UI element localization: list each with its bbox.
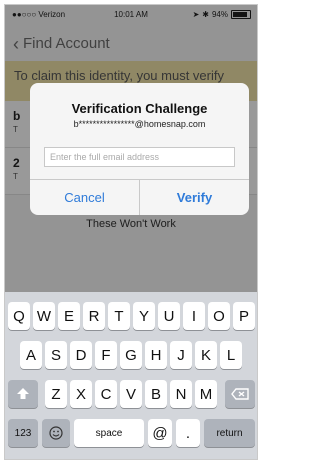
numbers-key[interactable]: 123: [8, 419, 38, 447]
key-h[interactable]: H: [145, 341, 167, 369]
delete-icon: [231, 388, 249, 400]
key-j[interactable]: J: [170, 341, 192, 369]
dot-key[interactable]: .: [176, 419, 200, 447]
key-x[interactable]: X: [70, 380, 92, 408]
key-u[interactable]: U: [158, 302, 180, 330]
key-y[interactable]: Y: [133, 302, 155, 330]
return-key[interactable]: return: [204, 419, 255, 447]
key-i[interactable]: I: [183, 302, 205, 330]
at-key[interactable]: @: [148, 419, 172, 447]
key-c[interactable]: C: [95, 380, 117, 408]
key-d[interactable]: D: [70, 341, 92, 369]
delete-key[interactable]: [225, 380, 255, 408]
emoji-icon: [49, 426, 63, 440]
dialog-message: b****************@homesnap.com: [73, 119, 206, 129]
verification-dialog: Verification Challenge b****************…: [30, 83, 249, 215]
key-o[interactable]: O: [208, 302, 230, 330]
key-l[interactable]: L: [220, 341, 242, 369]
cancel-button[interactable]: Cancel: [30, 180, 139, 215]
key-r[interactable]: R: [83, 302, 105, 330]
key-e[interactable]: E: [58, 302, 80, 330]
key-t[interactable]: T: [108, 302, 130, 330]
dialog-title: Verification Challenge: [71, 101, 208, 116]
key-a[interactable]: A: [20, 341, 42, 369]
key-g[interactable]: G: [120, 341, 142, 369]
phone-screen: ●●○○○ Verizon 10:01 AM ➤ ✱ 94% ‹ Find Ac…: [4, 4, 258, 460]
key-f[interactable]: F: [95, 341, 117, 369]
key-k[interactable]: K: [195, 341, 217, 369]
shift-key[interactable]: [8, 380, 38, 408]
key-s[interactable]: S: [45, 341, 67, 369]
verify-button[interactable]: Verify: [140, 180, 249, 215]
emoji-key[interactable]: [42, 419, 70, 447]
key-p[interactable]: P: [233, 302, 255, 330]
email-field[interactable]: Enter the full email address: [44, 147, 235, 167]
key-q[interactable]: Q: [8, 302, 30, 330]
key-b[interactable]: B: [145, 380, 167, 408]
keyboard: Q W E R T Y U I O P A S D F G H J K L Z …: [5, 292, 257, 459]
shift-icon: [17, 388, 29, 399]
dialog-buttons: Cancel Verify: [30, 180, 249, 215]
key-w[interactable]: W: [33, 302, 55, 330]
key-z[interactable]: Z: [45, 380, 67, 408]
key-v[interactable]: V: [120, 380, 142, 408]
key-n[interactable]: N: [170, 380, 192, 408]
space-key[interactable]: space: [74, 419, 144, 447]
key-m[interactable]: M: [195, 380, 217, 408]
